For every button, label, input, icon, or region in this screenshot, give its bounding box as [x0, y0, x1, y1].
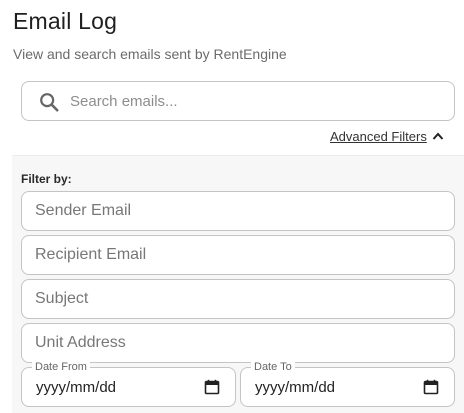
- date-from-value[interactable]: yyyy/mm/dd: [36, 379, 116, 396]
- search-input[interactable]: [70, 88, 440, 114]
- page-title: Email Log: [13, 8, 118, 34]
- unit-address-input[interactable]: [35, 331, 435, 355]
- page-subtitle: View and search emails sent by RentEngin…: [13, 46, 287, 62]
- date-to-field[interactable]: Date To yyyy/mm/dd: [240, 360, 455, 407]
- unit-address-field[interactable]: [21, 323, 455, 363]
- recipient-email-input[interactable]: [35, 243, 435, 267]
- sender-email-field[interactable]: [21, 191, 455, 231]
- subject-field[interactable]: [21, 279, 455, 319]
- search-box[interactable]: [21, 81, 455, 121]
- sender-email-input[interactable]: [35, 199, 435, 223]
- advanced-filters-label[interactable]: Advanced Filters: [330, 129, 427, 144]
- date-from-label: Date From: [32, 360, 90, 374]
- calendar-icon[interactable]: [204, 379, 220, 395]
- filter-heading: Filter by:: [21, 172, 72, 186]
- chevron-up-icon[interactable]: [432, 131, 444, 141]
- subject-input[interactable]: [35, 287, 435, 311]
- advanced-filters-toggle[interactable]: Advanced Filters: [330, 127, 444, 145]
- search-icon: [40, 93, 59, 112]
- advanced-filters-panel: Filter by: Date From yyyy/mm/dd Date To …: [12, 155, 464, 413]
- date-to-value[interactable]: yyyy/mm/dd: [255, 379, 335, 396]
- recipient-email-field[interactable]: [21, 235, 455, 275]
- date-from-field[interactable]: Date From yyyy/mm/dd: [21, 360, 236, 407]
- calendar-icon[interactable]: [423, 379, 439, 395]
- date-to-label: Date To: [251, 360, 295, 374]
